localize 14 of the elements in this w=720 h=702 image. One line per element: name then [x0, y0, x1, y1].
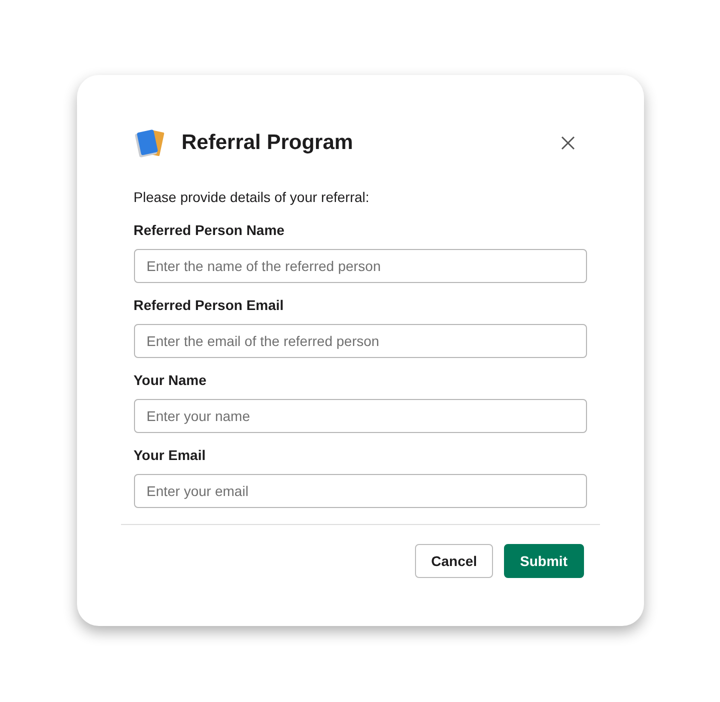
- field-label: Your Email: [134, 446, 207, 465]
- close-icon[interactable]: [560, 135, 576, 151]
- book-icon: [134, 127, 166, 159]
- cancel-button[interactable]: Cancel: [415, 544, 494, 578]
- submit-button[interactable]: Submit: [504, 544, 584, 578]
- field-label: Your Name: [134, 371, 208, 390]
- dialog-title: Referral Program: [182, 130, 354, 156]
- intro-text: Please provide details of your referral:: [134, 188, 370, 207]
- input-field[interactable]: Enter the name of the referred person: [134, 249, 586, 283]
- input-field[interactable]: Enter your email: [134, 474, 586, 508]
- input-field[interactable]: Enter the email of the referred person: [134, 324, 586, 358]
- input-field[interactable]: Enter your name: [134, 399, 586, 433]
- field-label: Referred Person Name: [134, 221, 286, 240]
- field-label: Referred Person Email: [134, 296, 285, 315]
